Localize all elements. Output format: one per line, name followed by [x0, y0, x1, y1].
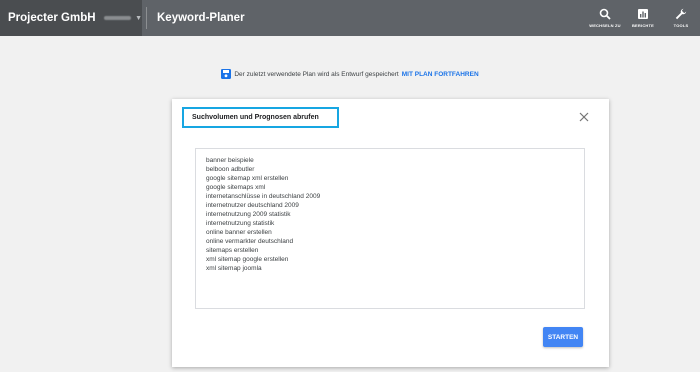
account-switcher[interactable]: Projecter GmbH ▼ [0, 0, 142, 36]
draft-notice: Der zuletzt verwendete Plan wird als Ent… [0, 69, 700, 79]
tools-button[interactable]: TOOLS [662, 0, 700, 36]
page-title: Keyword-Planer [157, 12, 245, 24]
switch-to-button[interactable]: WECHSELN ZU [586, 0, 624, 36]
keyword-textarea[interactable]: banner beispiele belboon adbutler google… [195, 148, 585, 309]
keyword-line: internetanschlüsse in deutschland 2009 [206, 193, 321, 200]
close-icon[interactable] [579, 112, 589, 122]
keyword-line: banner beispiele [206, 157, 254, 164]
account-name: Projecter GmbH [8, 12, 96, 24]
tool-label-tools: TOOLS [673, 23, 689, 28]
reports-button[interactable]: BERICHTE [624, 0, 662, 36]
reports-icon [638, 9, 648, 19]
tool-label-reports: BERICHTE [631, 23, 655, 28]
keyword-line: xml sitemap joomla [206, 265, 262, 272]
keyword-line: internetnutzung statistik [206, 220, 275, 227]
keyword-line: belboon adbutler [206, 166, 255, 173]
draft-message: Der zuletzt verwendete Plan wird als Ent… [234, 70, 399, 78]
keyword-line: xml sitemap google erstellen [206, 256, 289, 263]
keyword-line: google sitemap xml erstellen [206, 175, 289, 182]
start-button[interactable]: STARTEN [543, 327, 583, 347]
search-icon [599, 8, 611, 20]
tool-label-switch: WECHSELN ZU [589, 23, 621, 28]
keyword-line: internetnutzung 2009 statistik [206, 211, 291, 218]
keyword-line: online banner erstellen [206, 229, 272, 236]
continue-plan-link[interactable]: MIT PLAN FORTFAHREN [402, 71, 479, 78]
top-bar: Projecter GmbH ▼ Keyword-Planer WECHSELN… [0, 0, 700, 36]
dialog-title: Suchvolumen und Prognosen abrufen [192, 114, 319, 121]
keyword-line: sitemaps erstellen [206, 247, 259, 254]
keyword-line: online vermarkter deutschland [206, 238, 294, 245]
topbar-divider [146, 7, 147, 29]
keyword-line: google sitemaps xml [206, 184, 266, 191]
save-icon [221, 69, 232, 79]
keyword-line: internetnutzer deutschland 2009 [206, 202, 299, 209]
dialog-title-box: Suchvolumen und Prognosen abrufen [182, 107, 339, 128]
forecast-dialog: Suchvolumen und Prognosen abrufen banner… [172, 99, 609, 367]
wrench-icon [675, 8, 687, 20]
account-id-redacted [103, 16, 132, 20]
caret-down-icon: ▼ [135, 14, 142, 22]
